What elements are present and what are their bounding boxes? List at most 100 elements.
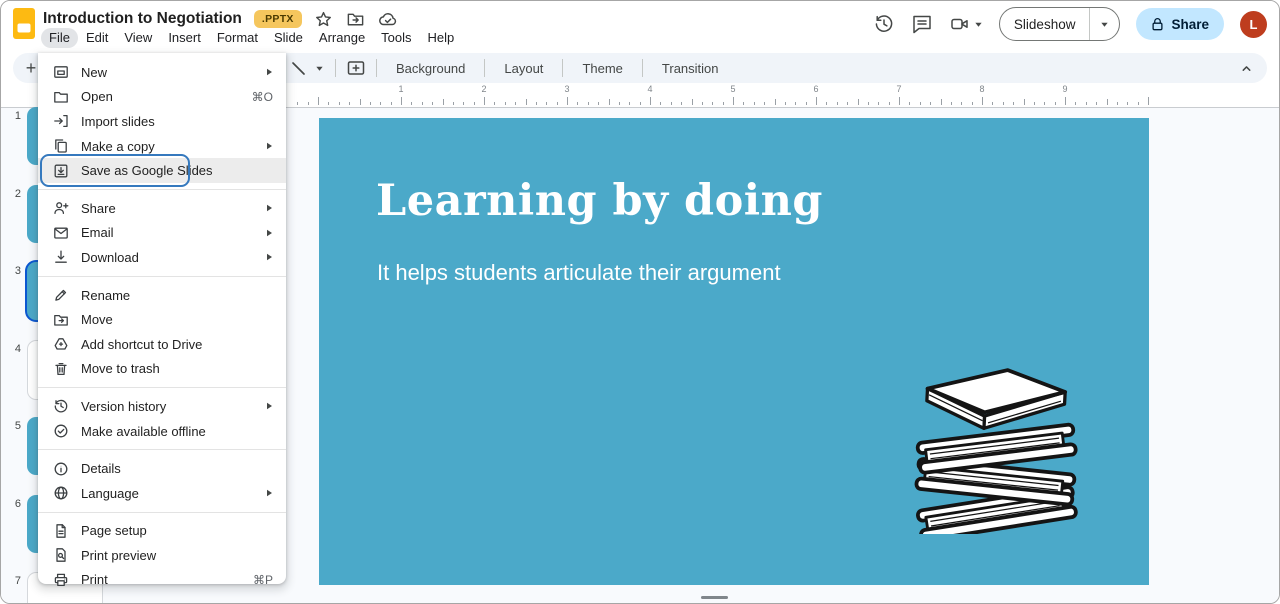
ruler-number: 2 bbox=[482, 84, 487, 94]
slide-title[interactable]: Learning by doing bbox=[376, 176, 823, 226]
menubar-item-slide[interactable]: Slide bbox=[266, 28, 311, 48]
menu-item-shortcut: ⌘P bbox=[253, 573, 273, 587]
menubar-item-file[interactable]: File bbox=[41, 28, 78, 48]
menu-item-import-slides[interactable]: Import slides bbox=[38, 109, 286, 134]
menu-item-label: Language bbox=[81, 486, 139, 501]
slide-subtitle[interactable]: It helps students articulate their argum… bbox=[377, 260, 781, 286]
printer-icon bbox=[53, 572, 69, 588]
menu-item-label: Move to trash bbox=[81, 361, 160, 376]
share-label: Share bbox=[1171, 17, 1209, 32]
line-tool-icon bbox=[290, 60, 307, 77]
stack-of-books-illustration[interactable] bbox=[897, 354, 1095, 534]
menu-item-label: Email bbox=[81, 225, 114, 240]
menu-item-page-setup[interactable]: Page setup bbox=[38, 519, 286, 544]
menu-item-label: Move bbox=[81, 312, 113, 327]
trash-icon bbox=[53, 361, 69, 377]
menu-item-label: Version history bbox=[81, 399, 166, 414]
menu-item-label: New bbox=[81, 65, 107, 80]
menu-item-label: Make available offline bbox=[81, 424, 206, 439]
page-setup-icon bbox=[53, 523, 69, 539]
info-icon bbox=[53, 461, 69, 477]
menu-item-share[interactable]: Share bbox=[38, 196, 286, 221]
menu-divider bbox=[38, 512, 286, 513]
pptx-badge: .PPTX bbox=[254, 10, 302, 28]
submenu-arrow-icon bbox=[265, 142, 273, 150]
horizontal-scrollbar[interactable] bbox=[701, 596, 728, 599]
slide-number: 3 bbox=[7, 265, 21, 277]
submenu-arrow-icon bbox=[265, 489, 273, 497]
video-call-button[interactable] bbox=[949, 13, 983, 35]
submenu-arrow-icon bbox=[265, 402, 273, 410]
move-folder-icon[interactable] bbox=[346, 9, 366, 29]
menu-item-label: Import slides bbox=[81, 114, 155, 129]
slide-number: 2 bbox=[7, 188, 21, 200]
menu-item-label: Make a copy bbox=[81, 139, 155, 154]
submenu-arrow-icon bbox=[265, 253, 273, 261]
cloud-status-icon[interactable] bbox=[378, 9, 398, 29]
offline-icon bbox=[53, 423, 69, 439]
slide-number: 4 bbox=[7, 343, 21, 355]
menu-item-email[interactable]: Email bbox=[38, 221, 286, 246]
menubar-item-tools[interactable]: Tools bbox=[373, 28, 419, 48]
slide-number: 5 bbox=[7, 420, 21, 432]
video-call-icon bbox=[949, 13, 971, 35]
menu-item-download[interactable]: Download bbox=[38, 245, 286, 270]
chevron-up-icon bbox=[1240, 62, 1253, 75]
menu-item-label: Details bbox=[81, 461, 121, 476]
menu-item-new[interactable]: New bbox=[38, 60, 286, 85]
share-button[interactable]: Share bbox=[1136, 8, 1224, 40]
version-history-icon[interactable] bbox=[873, 13, 895, 35]
ruler-number: 7 bbox=[897, 84, 902, 94]
slideshow-button[interactable]: Slideshow bbox=[1000, 8, 1090, 40]
ruler-number: 3 bbox=[565, 84, 570, 94]
drive-add-icon bbox=[53, 336, 69, 352]
import-slides-icon bbox=[53, 113, 69, 129]
menu-item-print-preview[interactable]: Print preview bbox=[38, 543, 286, 568]
menubar-item-format[interactable]: Format bbox=[209, 28, 266, 48]
layout-button[interactable]: Layout bbox=[492, 57, 555, 80]
app-window: Introduction to Negotiation .PPTX FileEd… bbox=[0, 0, 1280, 604]
menu-item-make-available-offline[interactable]: Make available offline bbox=[38, 419, 286, 444]
menu-item-move[interactable]: Move bbox=[38, 307, 286, 332]
menubar-item-edit[interactable]: Edit bbox=[78, 28, 116, 48]
transition-button[interactable]: Transition bbox=[650, 57, 731, 80]
lock-icon bbox=[1151, 17, 1164, 32]
menubar-item-arrange[interactable]: Arrange bbox=[311, 28, 373, 48]
comments-icon[interactable] bbox=[911, 13, 933, 35]
menu-item-open[interactable]: Open ⌘O bbox=[38, 85, 286, 110]
avatar[interactable]: L bbox=[1240, 11, 1267, 38]
menu-item-label: Open bbox=[81, 89, 113, 104]
menu-item-move-to-trash[interactable]: Move to trash bbox=[38, 357, 286, 382]
collapse-toolbar-button[interactable] bbox=[1240, 62, 1253, 75]
document-title[interactable]: Introduction to Negotiation bbox=[43, 10, 242, 28]
menu-item-make-a-copy[interactable]: Make a copy bbox=[38, 134, 286, 159]
menubar-item-view[interactable]: View bbox=[116, 28, 160, 48]
slides-logo-icon[interactable] bbox=[13, 8, 35, 39]
rename-icon bbox=[53, 287, 69, 303]
menu-item-shortcut: ⌘O bbox=[252, 90, 273, 104]
menu-item-version-history[interactable]: Version history bbox=[38, 394, 286, 419]
menubar-item-help[interactable]: Help bbox=[420, 28, 463, 48]
menu-item-save-as-google-slides[interactable]: Save as Google Slides bbox=[38, 158, 286, 183]
theme-button[interactable]: Theme bbox=[570, 57, 634, 80]
line-tool-button[interactable] bbox=[286, 60, 311, 77]
menu-item-add-shortcut-to-drive[interactable]: Add shortcut to Drive bbox=[38, 332, 286, 357]
menu-item-details[interactable]: Details bbox=[38, 456, 286, 481]
ruler-number: 1 bbox=[399, 84, 404, 94]
menu-item-label: Print bbox=[81, 572, 108, 587]
caret-down-icon bbox=[1100, 20, 1109, 29]
text-box-button[interactable] bbox=[343, 60, 369, 76]
menubar-item-insert[interactable]: Insert bbox=[160, 28, 209, 48]
copy-icon bbox=[53, 138, 69, 154]
star-icon[interactable] bbox=[314, 9, 334, 29]
menu-item-language[interactable]: Language bbox=[38, 481, 286, 506]
current-slide[interactable]: Learning by doing It helps students arti… bbox=[319, 118, 1149, 585]
line-tool-dropdown[interactable] bbox=[311, 64, 328, 73]
file-menu: New Open ⌘O Import slides Make a copy Save as… bbox=[38, 53, 286, 584]
menu-item-rename[interactable]: Rename bbox=[38, 283, 286, 308]
menu-item-print[interactable]: Print ⌘P bbox=[38, 568, 286, 593]
menu-item-label: Share bbox=[81, 201, 116, 216]
header: Introduction to Negotiation .PPTX FileEd… bbox=[1, 1, 1279, 47]
background-button[interactable]: Background bbox=[384, 57, 477, 80]
slideshow-dropdown-button[interactable] bbox=[1090, 8, 1119, 40]
